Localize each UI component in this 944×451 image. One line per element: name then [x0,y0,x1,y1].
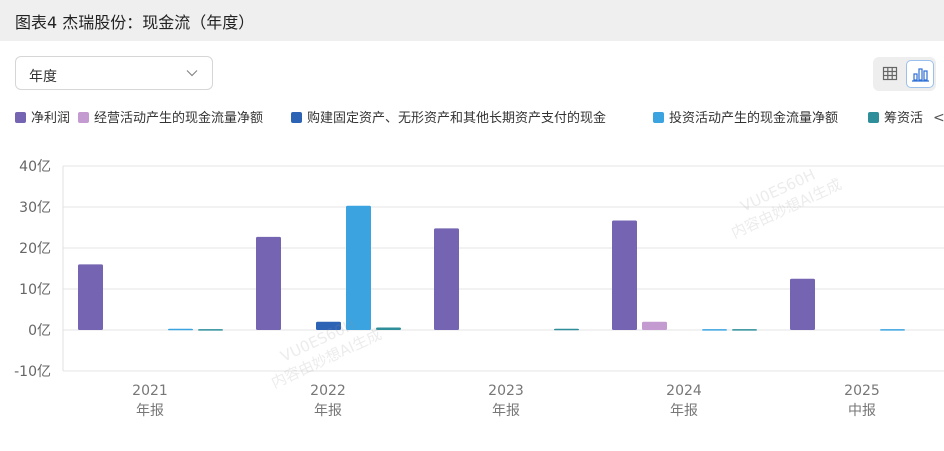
bar [78,264,103,330]
bar [642,321,667,330]
legend-item-1[interactable]: 净利润 [15,110,70,130]
chevron-down-icon [186,70,198,77]
bar [256,236,281,330]
bar [346,205,371,330]
x-tick-label: 2024 [666,383,702,399]
view-toggle [873,57,936,91]
y-tick-label: 40亿 [19,159,51,175]
legend-swatch [868,112,879,123]
legend-label: 筹资活 [884,111,924,126]
legend-swatch [653,112,664,123]
bar [554,328,579,331]
bar [168,328,193,331]
bar [790,278,815,330]
y-tick-label: 0亿 [28,323,51,339]
bar-chart-icon [912,68,929,82]
legend-label: 净利润 [31,111,71,126]
legend-label: 经营活动产生的现金流量净额 [94,111,264,126]
x-tick-label: 2023 [488,383,524,399]
bar [612,220,637,330]
legend-swatch [78,112,89,123]
legend-item-4[interactable]: 投资活动产生的现金流量净额 [653,110,838,130]
legend-label: 购建固定资产、无形资产和其他长期资产支付的现金 [307,111,607,126]
legend-swatch [15,112,26,123]
title-bar: 图表4 杰瑞股份：现金流（年度） [0,0,944,41]
bar [376,327,401,330]
y-tick-label: 20亿 [19,241,51,257]
x-tick-label: 中报 [848,403,876,419]
x-tick-label: 年报 [314,403,342,419]
y-tick-label: 30亿 [19,200,51,216]
legend-item-5[interactable]: 筹资活 [868,110,923,130]
x-tick-label: 年报 [492,403,520,419]
y-tick-label: 10亿 [19,282,51,298]
period-select-value: 年度 [29,69,57,85]
bar [732,329,757,331]
x-tick-label: 2025 [844,383,880,399]
chart-legend: 净利润 经营活动产生的现金流量净额 购建固定资产、无形资产和其他长期资产支付的现金 投… [15,110,944,130]
period-select[interactable]: 年度 [15,56,213,90]
bar [702,329,727,331]
x-tick-label: 2022 [310,383,346,399]
bar [880,329,905,331]
x-tick-label: 2021 [132,383,168,399]
legend-item-2[interactable]: 经营活动产生的现金流量净额 [78,110,263,130]
legend-prev-button[interactable]: < [933,110,944,126]
watermark: VU0ES60H内容由妙想AI生成 [728,165,844,242]
legend-swatch [291,112,302,123]
page-title: 图表4 杰瑞股份：现金流（年度） [15,13,255,32]
bar-chart: -10亿 0亿 10亿 20亿 30亿 40亿 2021 年报 2022 年报 2023 年报 2024… [14,159,944,419]
table-icon [882,66,898,81]
x-tick-label: 年报 [136,403,164,419]
bar [434,228,459,330]
table-view-button[interactable] [876,60,904,88]
legend-item-3[interactable]: 购建固定资产、无形资产和其他长期资产支付的现金 [291,110,606,130]
x-tick-label: 年报 [670,403,698,419]
chart-view-button[interactable] [906,60,934,88]
bar [198,329,223,331]
y-tick-label: -10亿 [14,364,51,380]
legend-label: 投资活动产生的现金流量净额 [669,111,839,126]
